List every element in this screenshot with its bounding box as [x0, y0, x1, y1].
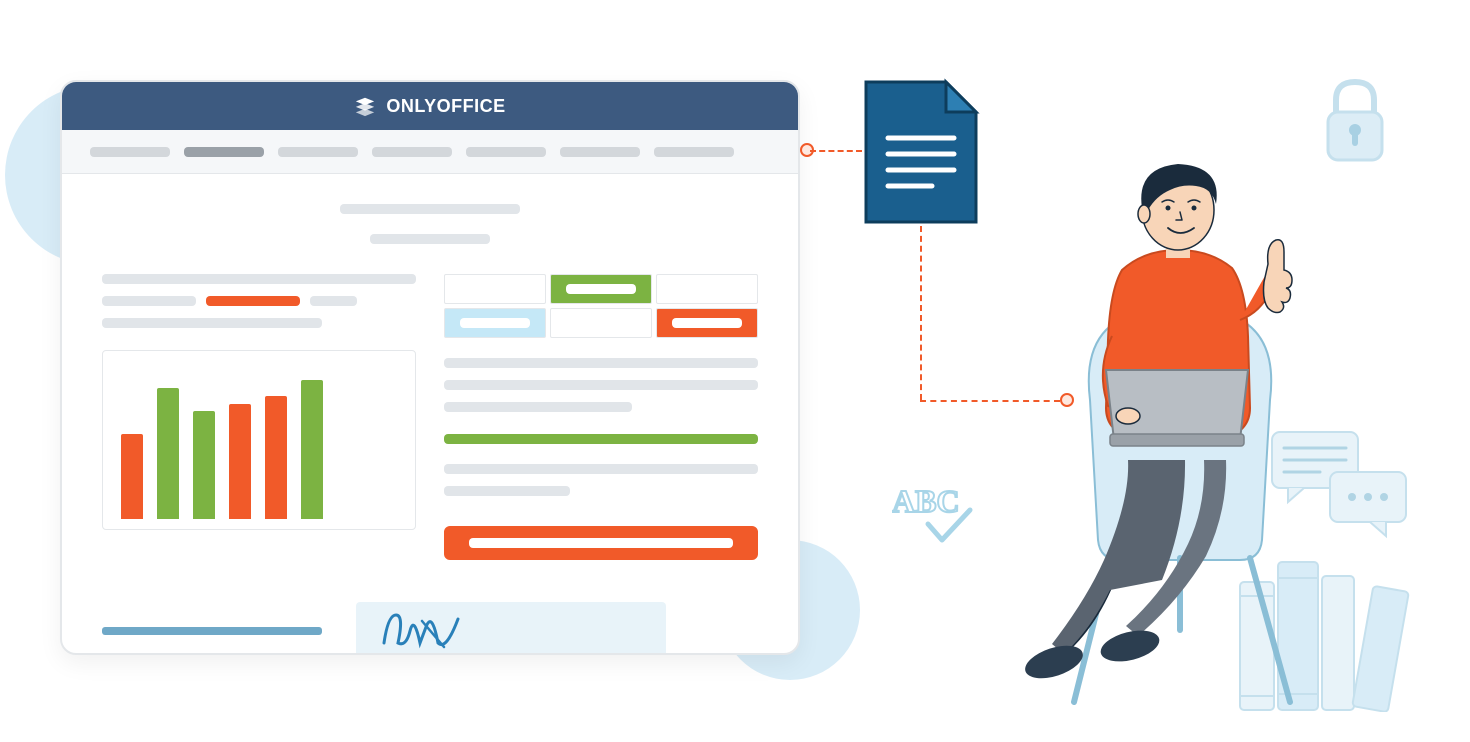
- chart-bar: [121, 434, 143, 519]
- text-line: [444, 464, 758, 474]
- window-header: ONLYOFFICE: [62, 82, 798, 130]
- ribbon-tab[interactable]: [654, 147, 734, 157]
- chart-bar: [193, 411, 215, 519]
- text-line: [444, 402, 632, 412]
- table-cell: [656, 308, 758, 338]
- signature-field[interactable]: [356, 602, 666, 655]
- signature-line: [102, 627, 322, 635]
- signature-row: [102, 602, 758, 655]
- ribbon-tab[interactable]: [90, 147, 170, 157]
- ribbon-tab[interactable]: [560, 147, 640, 157]
- table-cell: [656, 274, 758, 304]
- form-button[interactable]: [444, 526, 758, 560]
- text-highlight: [444, 434, 758, 444]
- ribbon-tab[interactable]: [278, 147, 358, 157]
- text-line: [310, 296, 357, 306]
- onlyoffice-logo-icon: [354, 95, 376, 117]
- ribbon-tab-active[interactable]: [184, 147, 264, 157]
- chart-bar: [229, 404, 251, 520]
- text-line: [102, 318, 322, 328]
- text-line: [102, 296, 196, 306]
- text-line: [444, 380, 758, 390]
- spellcheck-icon: ABC: [892, 480, 982, 555]
- app-title: ONLYOFFICE: [386, 96, 505, 117]
- connector-line: [920, 226, 922, 400]
- table-cell: [550, 308, 652, 338]
- ribbon-tab[interactable]: [372, 147, 452, 157]
- table-cell: [444, 308, 546, 338]
- document-icon: [862, 78, 980, 226]
- connector-line: [810, 150, 862, 152]
- text-line: [444, 358, 758, 368]
- bar-chart: [102, 350, 416, 530]
- chart-bar: [301, 380, 323, 519]
- doc-title-placeholder: [340, 204, 520, 214]
- text-line: [444, 486, 570, 496]
- lock-icon: [1320, 76, 1390, 166]
- signature-icon: [376, 607, 466, 655]
- doc-subtitle-placeholder: [370, 234, 490, 244]
- editor-window: ONLYOFFICE: [60, 80, 800, 655]
- text-highlight: [206, 296, 300, 306]
- ribbon-tab[interactable]: [466, 147, 546, 157]
- chart-bar: [157, 388, 179, 519]
- text-line: [102, 274, 416, 284]
- table: [444, 274, 758, 338]
- table-cell: [550, 274, 652, 304]
- ribbon-tabs: [62, 130, 798, 174]
- document-canvas: [62, 174, 798, 655]
- table-cell: [444, 274, 546, 304]
- svg-text:ABC: ABC: [892, 483, 960, 519]
- chart-bar: [265, 396, 287, 519]
- person-illustration: [1010, 160, 1330, 720]
